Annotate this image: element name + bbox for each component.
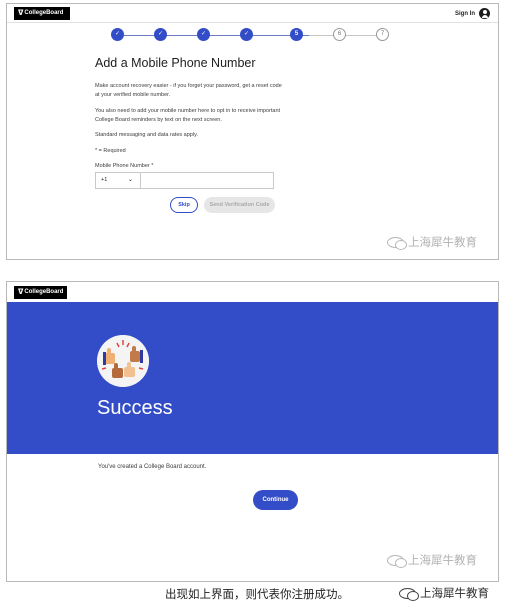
college-board-logo-icon: ᐁ <box>18 10 24 17</box>
college-board-logo[interactable]: ᐁ CollegeBoard <box>14 286 67 299</box>
step-2-check-icon: ✓ <box>154 28 167 41</box>
country-code-value: +1 <box>101 177 108 183</box>
college-board-logo-icon: ᐁ <box>18 289 24 296</box>
logo-text: CollegeBoard <box>24 289 64 295</box>
success-heading: Success <box>97 397 173 419</box>
success-banner: Success <box>7 302 498 454</box>
progress-stepper: ✓ ✓ ✓ ✓ 5 6 7 <box>111 28 389 42</box>
recovery-description: Make account recovery easier - if you fo… <box>95 83 282 98</box>
watermark-text: 上海犀牛教育 <box>420 588 489 600</box>
top-header: ᐁ CollegeBoard <box>7 282 498 302</box>
watermark: 上海犀牛教育 <box>387 234 477 250</box>
sign-in-link[interactable]: Sign In <box>455 8 490 19</box>
wechat-icon <box>387 554 407 568</box>
phone-field: +1 ⌄ <box>95 172 274 189</box>
chevron-down-icon: ⌄ <box>127 177 133 183</box>
thumbs-up-illustration <box>97 335 149 387</box>
user-icon <box>479 8 490 19</box>
success-screenshot: ᐁ CollegeBoard Success You've created a … <box>6 281 499 582</box>
send-verification-code-button[interactable]: Send Verification Code <box>204 197 275 213</box>
step-4-check-icon: ✓ <box>240 28 253 41</box>
thumbs-up-avatar <box>97 335 149 387</box>
watermark: 上海犀牛教育 <box>387 552 477 568</box>
rates-note: Standard messaging and data rates apply. <box>95 132 198 138</box>
account-step-screenshot: ᐁ CollegeBoard Sign In ✓ ✓ ✓ ✓ 5 6 7 Add… <box>6 3 499 260</box>
account-created-message: You've created a College Board account. <box>98 464 207 470</box>
required-note: * = Required <box>95 148 126 154</box>
page-title: Add a Mobile Phone Number <box>95 56 256 70</box>
skip-button[interactable]: Skip <box>170 197 198 213</box>
watermark-bottom: 上海犀牛教育 <box>399 585 489 601</box>
wechat-icon <box>387 236 407 250</box>
step-6: 6 <box>333 28 346 41</box>
logo-text: CollegeBoard <box>24 10 64 16</box>
wechat-icon <box>399 587 419 601</box>
reminder-description: You also need to add your mobile number … <box>95 108 281 123</box>
country-code-select[interactable]: +1 ⌄ <box>96 173 141 188</box>
sign-in-label: Sign In <box>455 10 475 17</box>
phone-field-label: Mobile Phone Number * <box>95 163 154 169</box>
college-board-logo[interactable]: ᐁ CollegeBoard <box>14 7 70 20</box>
step-3-check-icon: ✓ <box>197 28 210 41</box>
top-header: ᐁ CollegeBoard Sign In <box>7 4 498 23</box>
stepper-line-complete <box>124 34 317 36</box>
continue-button[interactable]: Continue <box>253 490 298 510</box>
watermark-text: 上海犀牛教育 <box>408 555 477 567</box>
phone-number-input[interactable] <box>141 173 273 188</box>
step-5-current: 5 <box>290 28 303 41</box>
step-7: 7 <box>376 28 389 41</box>
watermark-text: 上海犀牛教育 <box>408 237 477 249</box>
step-1-check-icon: ✓ <box>111 28 124 41</box>
